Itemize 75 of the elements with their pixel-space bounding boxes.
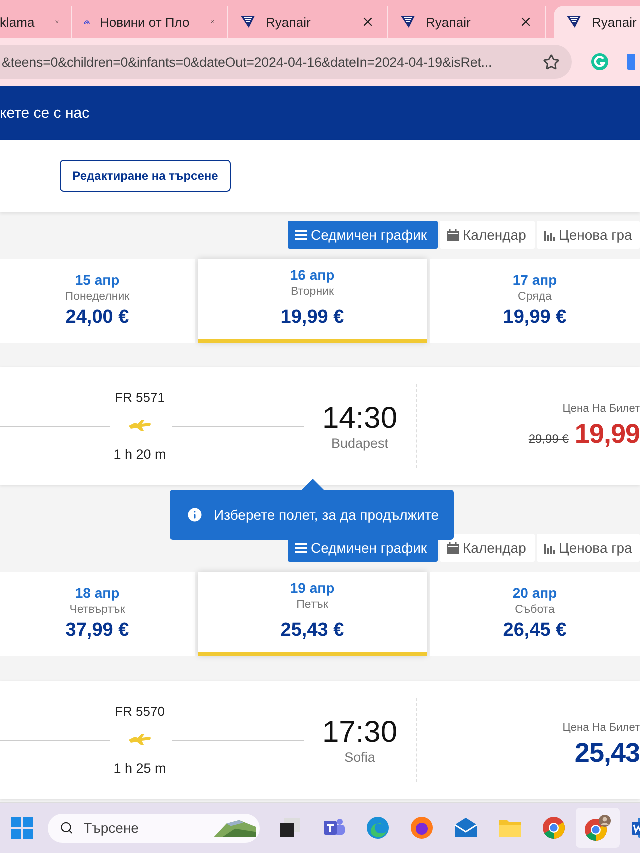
harp-logo-icon	[400, 14, 416, 30]
date-label: 16 апр	[290, 267, 335, 283]
search-icon	[60, 820, 74, 836]
arrival-city: Sofia	[344, 750, 376, 764]
date-card[interactable]: 18 апр Четвъртък 37,99 €	[0, 572, 195, 656]
price-label: Цена На Билет	[562, 402, 640, 414]
date-label: 20 апр	[512, 585, 558, 601]
arrival-city: Budapest	[331, 436, 389, 450]
plane-icon	[128, 420, 152, 432]
flight-number: FR 5571	[114, 390, 166, 405]
arrival-time: 14:30	[322, 402, 398, 436]
harp-logo-icon	[566, 14, 582, 30]
view-tab[interactable]: Седмичен график	[288, 221, 438, 249]
weekday-label: Четвъртък	[70, 604, 126, 616]
weekday-label: Петък	[296, 599, 328, 611]
tooltip-text: Изберете полет, за да продължите	[214, 507, 439, 523]
weekday-label: Събота	[515, 604, 555, 616]
view-tab[interactable]: Ценова гра	[537, 221, 640, 249]
windows-start-icon[interactable]	[10, 816, 34, 840]
plane-icon	[128, 734, 152, 746]
info-icon	[186, 506, 204, 524]
bar-chart-icon	[544, 230, 555, 240]
weekday-label: Сряда	[518, 291, 552, 303]
date-card[interactable]: 16 апр Вторник 19,99 €	[198, 259, 427, 343]
menu-icon	[295, 230, 307, 240]
mail-icon[interactable]	[454, 816, 478, 840]
flight-duration: 1 h 20 m	[112, 447, 168, 462]
ticket-price: 19,99	[574, 418, 640, 450]
task-view-icon[interactable]	[278, 816, 302, 840]
view-tab[interactable]: Ценова гра	[537, 534, 640, 562]
ticket-price: 25,43	[574, 738, 640, 768]
date-card[interactable]: 17 апр Сряда 19,99 €	[430, 259, 640, 343]
header-link[interactable]: кете се с нас	[0, 104, 90, 122]
price-label: Цена На Билет	[562, 722, 640, 734]
flight-duration: 1 h 25 m	[112, 761, 168, 776]
arrival-time: 17:30	[322, 716, 398, 750]
address-bar[interactable]: &teens=0&children=0&infants=0&dateOut=2024-04-16&dateIn=2024-04-19&isRet...	[0, 45, 572, 79]
old-price: 29,99 €	[528, 432, 569, 446]
fare-price: 19,99 €	[280, 307, 344, 329]
date-card[interactable]: 15 апр Понеделник 24,00 €	[0, 259, 195, 343]
calendar-icon	[447, 229, 459, 241]
fare-price: 37,99 €	[66, 620, 130, 642]
calendar-icon	[447, 542, 459, 554]
harp-logo-icon	[240, 14, 256, 30]
flight-card[interactable]: FR 5570 1 h 25 m 17:30 Sofia Цена На Билет 25,43	[0, 681, 640, 799]
taskbar-search-bar[interactable]: Търсене	[48, 814, 260, 842]
close-icon[interactable]	[361, 15, 375, 29]
bookmark-star-icon[interactable]	[543, 54, 560, 70]
fare-price: 25,43 €	[280, 620, 344, 642]
edit-search-button[interactable]: Редактиране на търсене	[60, 160, 231, 192]
date-label: 19 апр	[290, 580, 335, 596]
browser-tab[interactable]: Ryanair	[554, 6, 640, 38]
chrome-icon[interactable]	[542, 816, 566, 840]
date-label: 17 апр	[512, 272, 558, 288]
chrome-profile-icon[interactable]	[584, 814, 612, 842]
search-field[interactable]: Търсене	[82, 819, 206, 837]
flight-number: FR 5570	[114, 704, 166, 719]
weekday-label: Вторник	[290, 286, 334, 298]
fare-price: 24,00 €	[66, 307, 130, 329]
fare-price: 26,45 €	[503, 620, 567, 642]
bar-chart-icon	[544, 542, 555, 554]
view-tab[interactable]: Календар	[440, 221, 535, 249]
date-label: 15 апр	[75, 272, 120, 288]
fare-price: 19,99 €	[503, 307, 567, 329]
edge-browser-icon[interactable]	[366, 816, 390, 840]
date-card[interactable]: 20 апр Събота 26,45 €	[430, 572, 640, 656]
view-tab[interactable]: Календар	[440, 534, 535, 562]
firefox-icon[interactable]	[410, 816, 434, 840]
menu-icon	[295, 542, 307, 554]
date-label: 18 апр	[75, 585, 120, 601]
weekday-label: Понеделник	[65, 291, 130, 303]
date-card[interactable]: 19 апр Петък 25,43 €	[198, 572, 427, 656]
flight-card[interactable]: FR 5571 1 h 20 m 14:30 Budapest Цена На Билет 29,99 € 19,99	[0, 367, 640, 485]
close-icon[interactable]	[519, 15, 533, 29]
extension-icon[interactable]	[625, 54, 635, 70]
